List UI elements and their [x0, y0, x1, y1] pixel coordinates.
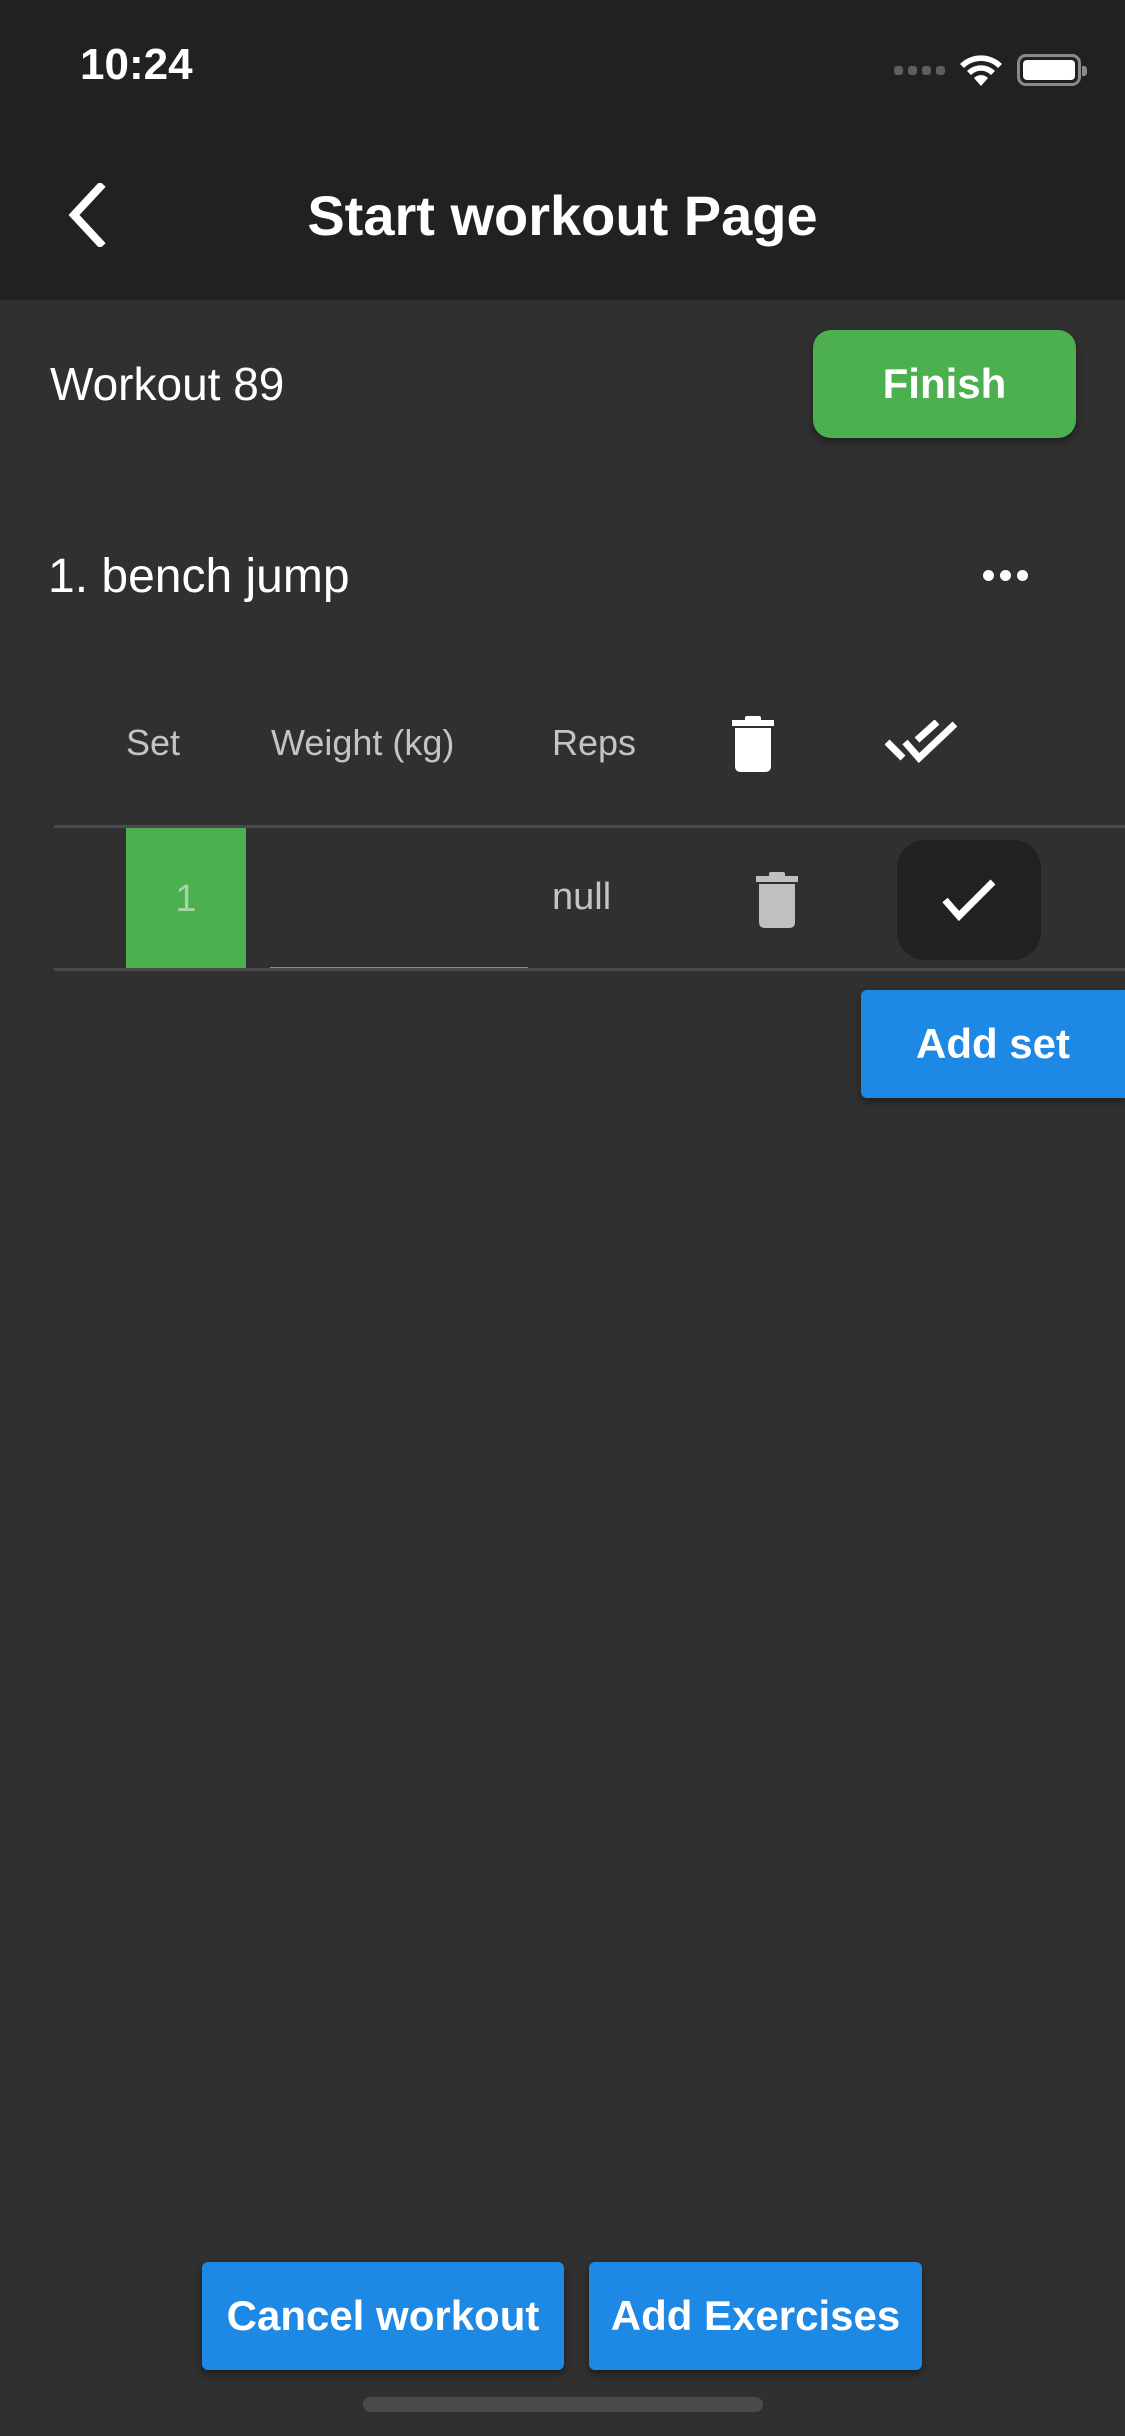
- row-divider: [54, 968, 1125, 971]
- app-bar: 10:24 Start workout Page: [0, 0, 1125, 300]
- column-header-set: Set: [126, 722, 181, 763]
- home-indicator[interactable]: [363, 2397, 763, 2412]
- cancel-workout-button[interactable]: Cancel workout: [202, 2262, 564, 2370]
- signal-dots-icon: [894, 65, 945, 75]
- exercise-menu-button[interactable]: [970, 555, 1040, 595]
- add-exercises-button[interactable]: Add Exercises: [589, 2262, 922, 2370]
- status-time: 10:24: [80, 40, 193, 89]
- trash-icon[interactable]: [732, 716, 774, 772]
- exercise-title: 1. bench jump: [48, 550, 350, 603]
- weight-input[interactable]: [270, 828, 528, 970]
- check-icon: [942, 879, 996, 922]
- complete-set-button[interactable]: [897, 840, 1041, 960]
- column-header-reps: Reps: [552, 722, 637, 763]
- battery-icon: [1017, 54, 1087, 86]
- workout-name: Workout 89: [50, 358, 285, 410]
- wifi-icon: [960, 55, 1002, 86]
- page-title: Start workout Page: [307, 184, 818, 247]
- status-icons: [894, 52, 1087, 88]
- trash-icon[interactable]: [756, 872, 798, 928]
- reps-value[interactable]: null: [552, 876, 611, 919]
- set-number-cell: 1: [126, 828, 246, 971]
- finish-button[interactable]: Finish: [813, 330, 1076, 438]
- column-header-weight: Weight (kg): [271, 722, 455, 763]
- double-check-icon[interactable]: [885, 720, 957, 768]
- start-workout-screen: 10:24 Start workout Page Workout 89 Fini…: [0, 0, 1125, 2436]
- more-horizontal-icon: [982, 569, 994, 581]
- add-set-button[interactable]: Add set: [861, 990, 1125, 1098]
